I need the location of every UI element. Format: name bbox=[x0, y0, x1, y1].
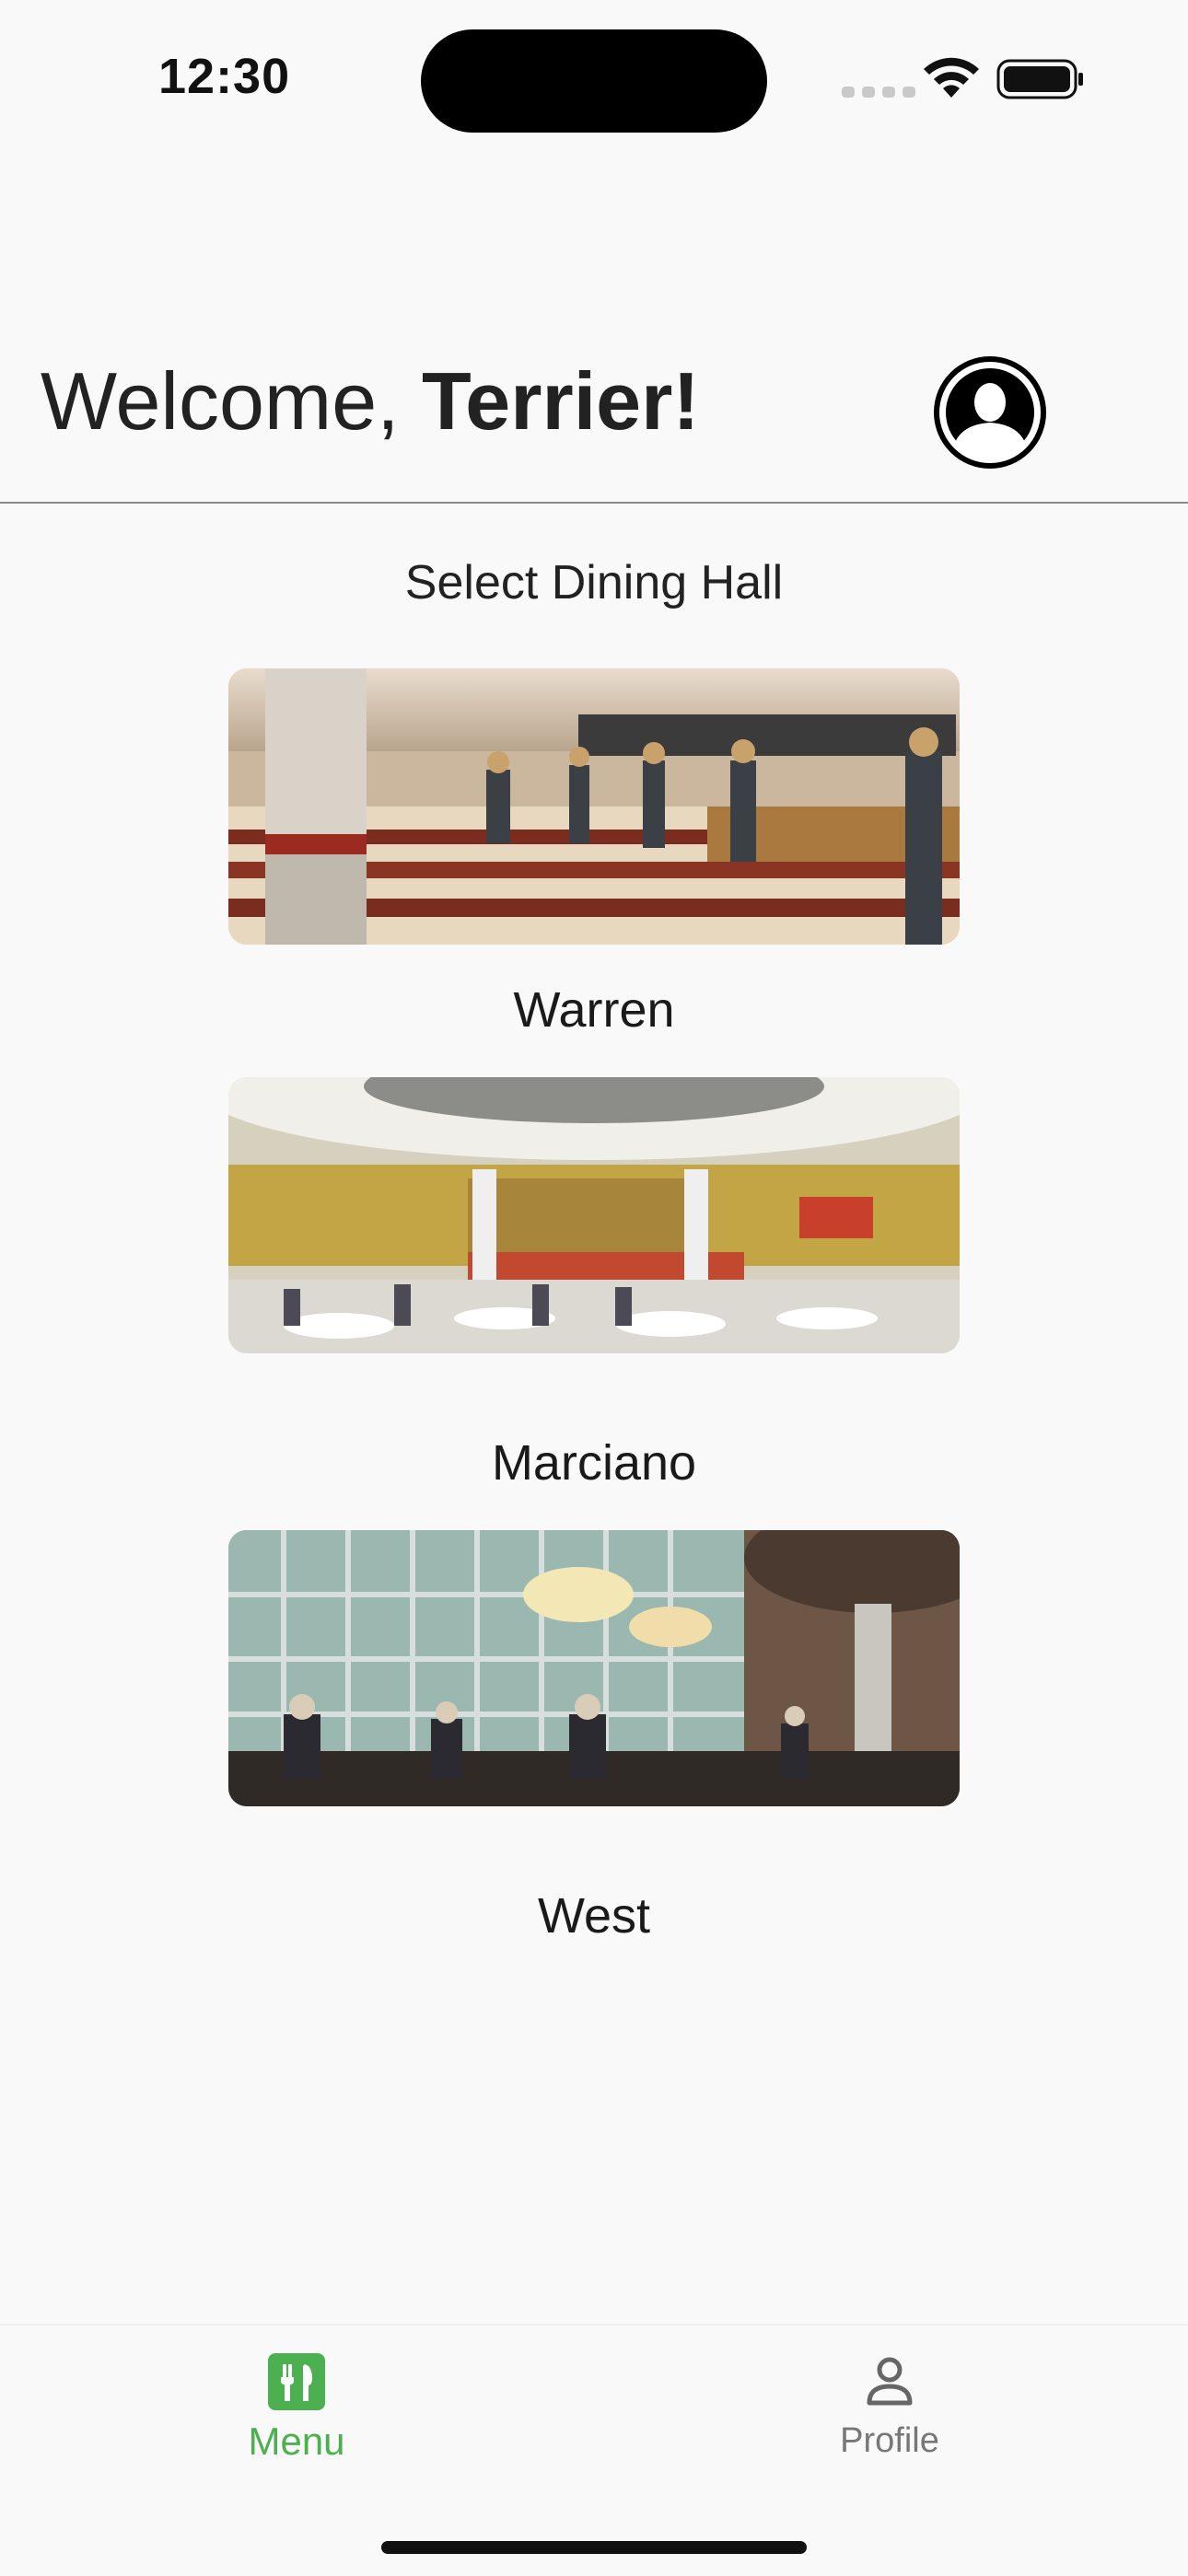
dining-hall-photo bbox=[228, 1077, 960, 1353]
section-title: Select Dining Hall bbox=[404, 556, 784, 609]
tab-profile[interactable]: Profile bbox=[751, 2353, 1028, 2461]
tab-menu-label: Menu bbox=[248, 2419, 345, 2463]
user-name: Terrier! bbox=[422, 355, 700, 447]
greeting-text: Welcome, bbox=[41, 355, 423, 447]
hall-card-west-image[interactable] bbox=[228, 1530, 960, 1806]
tab-profile-label: Profile bbox=[840, 2421, 939, 2460]
hall-name-west[interactable]: West bbox=[0, 1887, 1188, 1944]
hall-card-warren-image[interactable] bbox=[228, 668, 960, 945]
hall-card-marciano-image[interactable] bbox=[228, 1077, 960, 1353]
status-time: 12:30 bbox=[158, 49, 291, 104]
dining-hall-photo bbox=[228, 668, 960, 945]
tab-menu[interactable]: Menu bbox=[158, 2353, 435, 2464]
person-icon bbox=[867, 2357, 913, 2406]
hall-name-warren[interactable]: Warren bbox=[0, 981, 1188, 1039]
header-divider bbox=[0, 502, 1188, 504]
battery-icon bbox=[996, 59, 1083, 99]
hall-name-marciano[interactable]: Marciano bbox=[0, 1434, 1188, 1491]
profile-avatar-button[interactable] bbox=[934, 356, 1046, 469]
dining-hall-photo bbox=[228, 1530, 960, 1806]
fork-knife-icon bbox=[268, 2353, 325, 2410]
welcome-heading: Welcome, Terrier! bbox=[41, 361, 700, 442]
user-avatar-icon bbox=[939, 362, 1041, 463]
home-indicator[interactable] bbox=[381, 2541, 807, 2554]
wifi-icon bbox=[924, 57, 979, 98]
cellular-signal-icon bbox=[842, 87, 915, 98]
dynamic-island bbox=[421, 29, 767, 133]
tab-bar: Menu Profile bbox=[0, 2324, 1188, 2576]
